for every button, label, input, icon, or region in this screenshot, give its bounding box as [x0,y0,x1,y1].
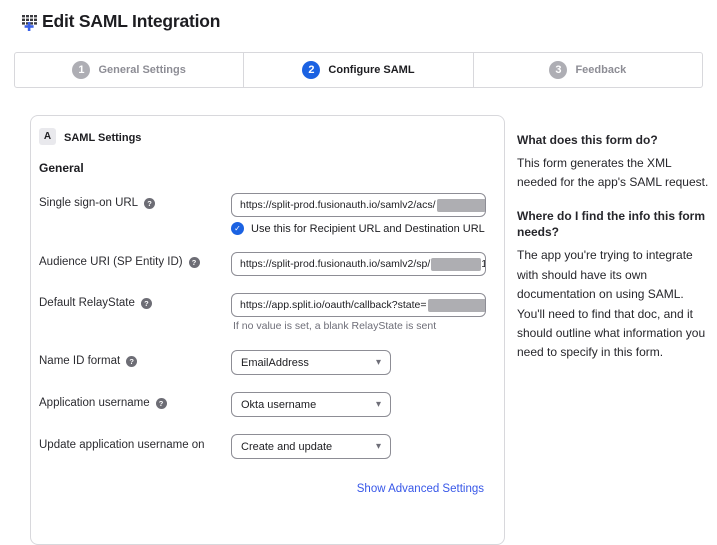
application-username-label: Application username ? [39,397,167,409]
step-label: General Settings [98,64,185,76]
chevron-down-icon: ▾ [376,400,381,410]
redacted-value [431,258,481,271]
step-number-badge: 2 [302,61,320,79]
help-heading: What does this form do? [517,132,709,149]
app-grid-plus-icon [22,13,41,32]
single-sign-on-url-input[interactable]: https://split-prod.fusionauth.io/samlv2/… [231,193,486,217]
help-block-where: Where do I find the info this form needs… [517,208,709,363]
default-relaystate-label: Default RelayState ? [39,297,152,309]
default-relaystate-input[interactable]: https://app.split.io/oauth/callback?stat… [231,293,486,317]
audience-uri-label: Audience URI (SP Entity ID) ? [39,256,200,268]
chevron-down-icon: ▾ [376,358,381,368]
recipient-url-checkbox[interactable]: ✓ [231,222,244,235]
help-heading: Where do I find the info this form needs… [517,208,709,242]
application-username-select[interactable]: Okta username ▾ [231,392,391,417]
wizard-stepper: 1 General Settings 2 Configure SAML 3 Fe… [14,52,703,88]
group-title: General [39,161,84,175]
help-icon[interactable]: ? [141,298,152,309]
help-icon[interactable]: ? [156,398,167,409]
step-number-badge: 3 [549,61,567,79]
help-block-what: What does this form do? This form genera… [517,132,709,193]
step-feedback[interactable]: 3 Feedback [474,53,702,87]
redacted-value [428,299,487,312]
help-icon[interactable]: ? [126,356,137,367]
relaystate-hint: If no value is set, a blank RelayState i… [233,320,436,332]
page-title: Edit SAML Integration [42,11,220,32]
section-title: SAML Settings [64,132,141,144]
help-icon[interactable]: ? [144,198,155,209]
show-advanced-settings-link[interactable]: Show Advanced Settings [357,483,484,495]
step-general-settings[interactable]: 1 General Settings [15,53,244,87]
single-sign-on-url-label: Single sign-on URL ? [39,197,155,209]
saml-settings-card: A SAML Settings General Single sign-on U… [30,115,505,545]
redacted-value [437,199,486,212]
step-configure-saml[interactable]: 2 Configure SAML [244,53,473,87]
name-id-format-select[interactable]: EmailAddress ▾ [231,350,391,375]
step-label: Feedback [575,64,626,76]
page-header: Edit SAML Integration [22,11,220,32]
step-number-badge: 1 [72,61,90,79]
help-icon[interactable]: ? [189,257,200,268]
step-label: Configure SAML [328,64,414,76]
recipient-url-checkbox-row: ✓ Use this for Recipient URL and Destina… [231,222,485,235]
help-body: The app you're trying to integrate with … [517,246,709,363]
update-application-username-label: Update application username on [39,439,205,451]
audience-uri-input[interactable]: https://split-prod.fusionauth.io/samlv2/… [231,252,486,276]
update-application-username-select[interactable]: Create and update ▾ [231,434,391,459]
recipient-url-checkbox-label: Use this for Recipient URL and Destinati… [251,223,485,235]
chevron-down-icon: ▾ [376,442,381,452]
help-panel: What does this form do? This form genera… [517,132,709,378]
name-id-format-label: Name ID format ? [39,355,137,367]
section-badge: A [39,128,56,145]
help-body: This form generates the XML needed for t… [517,154,709,193]
